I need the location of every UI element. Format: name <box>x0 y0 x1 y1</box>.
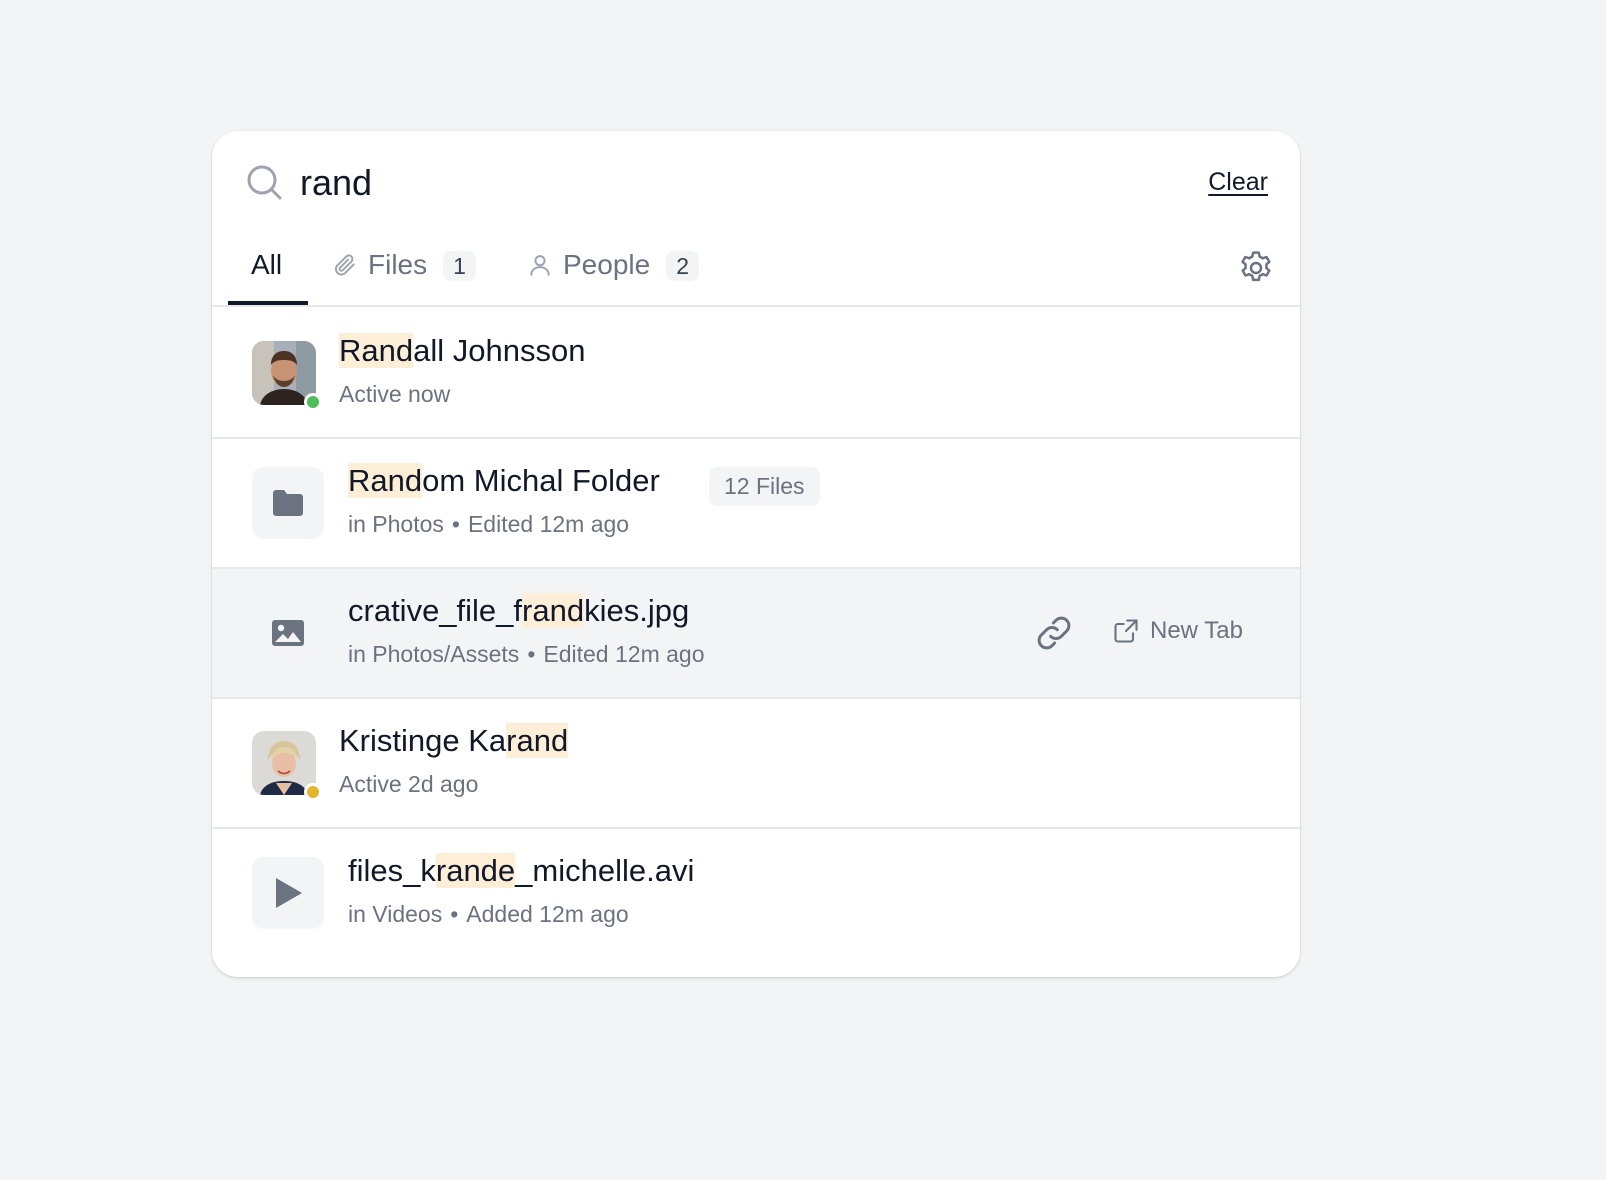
search-bar: Clear <box>212 131 1300 237</box>
tab-files-label: Files <box>368 249 428 280</box>
result-subtitle: Active now <box>339 381 451 407</box>
avatar <box>252 341 322 411</box>
match-highlight: Rand <box>339 333 414 368</box>
paperclip-icon <box>334 254 355 276</box>
result-title: Random Michal Folder <box>348 463 660 499</box>
separator-dot: • <box>451 511 460 537</box>
match-highlight: rand <box>506 723 569 758</box>
tab-people[interactable]: People 2 <box>527 249 699 281</box>
image-tile <box>252 597 324 669</box>
new-tab-label: New Tab <box>1150 617 1243 644</box>
status-away-dot <box>304 783 322 801</box>
result-title: Randall Johnsson <box>339 333 585 369</box>
title-pre: files_k <box>348 853 436 888</box>
external-link-icon <box>1114 619 1138 643</box>
play-icon <box>276 878 302 908</box>
user-icon <box>530 255 550 276</box>
settings-gear-icon[interactable] <box>1236 248 1276 288</box>
result-file-crative[interactable]: crative_file_frandkies.jpg in Photos/Ass… <box>212 567 1300 697</box>
result-subtitle: in Videos • Added 12m ago <box>348 901 629 928</box>
match-highlight: rand <box>522 593 585 628</box>
open-new-tab-button[interactable]: New Tab <box>1112 617 1243 645</box>
separator-dot: • <box>450 901 459 927</box>
match-highlight: rande <box>435 853 516 888</box>
title-rest: all Johnsson <box>413 333 586 368</box>
result-location: in Photos/Assets <box>348 641 520 667</box>
search-panel: Clear All Files 1 People 2 <box>212 131 1300 977</box>
status-online-dot <box>304 393 322 411</box>
result-title: crative_file_frandkies.jpg <box>348 593 689 629</box>
result-location: in Photos <box>348 511 444 537</box>
video-tile <box>252 857 324 929</box>
result-subtitle: in Photos/Assets • Edited 12m ago <box>348 641 705 668</box>
result-title: files_krande_michelle.avi <box>348 853 694 889</box>
tab-all[interactable]: All <box>251 249 282 281</box>
result-meta: Edited 12m ago <box>543 641 705 667</box>
result-person-kristinge[interactable]: Kristinge Karand Active 2d ago <box>212 697 1300 827</box>
copy-link-icon[interactable] <box>1034 613 1074 653</box>
folder-icon <box>273 490 303 516</box>
result-subtitle: in Photos • Edited 12m ago <box>348 511 629 538</box>
result-file-krande[interactable]: files_krande_michelle.avi in Videos • Adde… <box>212 827 1300 957</box>
result-location: in Videos <box>348 901 443 927</box>
search-input[interactable] <box>300 157 1100 209</box>
title-pre: Kristinge Ka <box>339 723 507 758</box>
tab-active-underline <box>228 301 308 305</box>
folder-tile <box>252 467 324 539</box>
tab-people-label: People <box>563 249 651 280</box>
result-subtitle: Active 2d ago <box>339 771 479 797</box>
avatar <box>252 731 322 801</box>
separator-dot: • <box>527 641 536 667</box>
tab-files[interactable]: Files 1 <box>332 249 476 281</box>
result-person-randall[interactable]: Randall Johnsson Active now <box>212 309 1300 437</box>
result-meta: Added 12m ago <box>466 901 629 927</box>
tab-people-count: 2 <box>666 251 699 281</box>
tab-all-label: All <box>251 249 283 280</box>
result-title: Kristinge Karand <box>339 723 569 759</box>
title-rest: kies.jpg <box>584 593 690 628</box>
match-highlight: Rand <box>348 463 423 498</box>
title-pre: crative_file_f <box>348 593 523 628</box>
search-icon <box>247 165 282 200</box>
title-rest: _michelle.avi <box>515 853 695 888</box>
clear-button[interactable]: Clear <box>1208 168 1268 197</box>
result-folder-random-michal[interactable]: Random Michal Folder 12 Files in Photos •… <box>212 437 1300 567</box>
tab-files-count: 1 <box>443 251 476 281</box>
files-count-badge: 12 Files <box>709 467 820 506</box>
result-meta: Edited 12m ago <box>467 511 630 537</box>
image-icon <box>272 620 304 646</box>
title-rest: om Michal Folder <box>422 463 660 498</box>
